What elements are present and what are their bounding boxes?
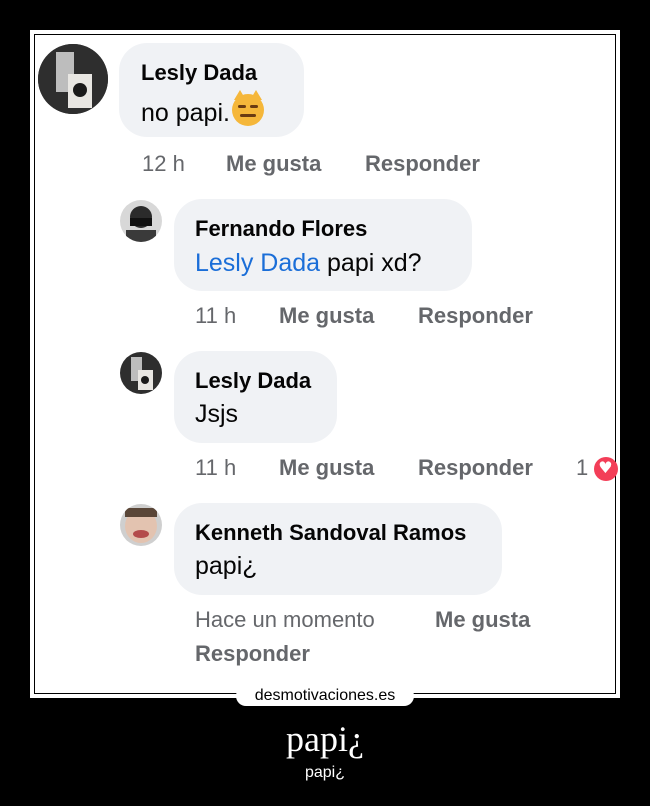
comment-text: Jsjs xyxy=(195,400,239,428)
reply-button[interactable]: Responder xyxy=(195,641,310,667)
comment-time[interactable]: 12 h xyxy=(142,151,185,177)
avatar[interactable] xyxy=(120,200,162,242)
heart-reaction-icon xyxy=(594,457,618,482)
comment-time[interactable]: Hace un momento xyxy=(195,607,375,633)
comment-time[interactable]: 11 h xyxy=(195,455,236,481)
reply-button[interactable]: Responder xyxy=(418,455,533,481)
comment-text-content: no papi. xyxy=(141,99,230,127)
screenshot-frame: Lesly Dada no papi. 12 h Me gusta Respon… xyxy=(30,30,620,698)
avatar-photo-icon xyxy=(38,44,108,114)
caption-title: papi¿ xyxy=(286,719,364,759)
avatar[interactable] xyxy=(38,44,108,114)
pouting-cat-emoji-icon xyxy=(231,90,264,126)
like-button[interactable]: Me gusta xyxy=(279,455,374,481)
reaction-summary[interactable]: 1 xyxy=(576,455,618,482)
avatar-photo-icon xyxy=(120,504,162,546)
comment-bubble xyxy=(174,503,502,595)
comment-author[interactable]: Lesly Dada xyxy=(141,60,257,86)
site-watermark[interactable]: desmotivaciones.es xyxy=(236,686,414,706)
comment-text-content: papi xd? xyxy=(320,249,422,277)
comment-author[interactable]: Kenneth Sandoval Ramos xyxy=(195,520,466,546)
avatar-photo-icon xyxy=(120,352,162,394)
like-button[interactable]: Me gusta xyxy=(435,607,530,633)
like-button[interactable]: Me gusta xyxy=(226,151,321,177)
avatar-photo-icon xyxy=(120,200,162,242)
mention-link[interactable]: Lesly Dada xyxy=(195,249,320,277)
comment-time[interactable]: 11 h xyxy=(195,303,236,329)
reply-button[interactable]: Responder xyxy=(418,303,533,329)
comment-bubble xyxy=(174,351,337,443)
comment-text: papi¿ xyxy=(195,552,258,580)
comment-text: Lesly Dada papi xd? xyxy=(195,249,422,278)
caption-subtitle: papi¿ xyxy=(304,764,346,781)
reaction-count: 1 xyxy=(576,455,589,480)
comment-text: no papi. xyxy=(141,90,264,128)
like-button[interactable]: Me gusta xyxy=(279,303,374,329)
avatar[interactable] xyxy=(120,352,162,394)
comment-author[interactable]: Fernando Flores xyxy=(195,216,367,242)
reply-button[interactable]: Responder xyxy=(365,151,480,177)
comment-author[interactable]: Lesly Dada xyxy=(195,368,311,394)
avatar[interactable] xyxy=(120,504,162,546)
